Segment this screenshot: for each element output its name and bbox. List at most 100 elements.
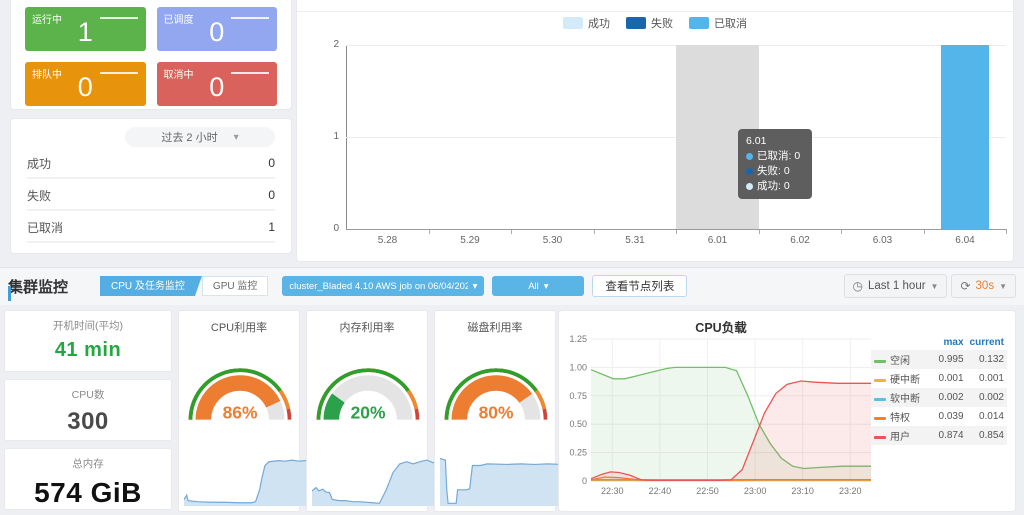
series-dot-icon — [746, 153, 753, 160]
series-color-icon — [874, 417, 886, 420]
node-stat-label: 开机时间(平均) — [5, 318, 171, 333]
legend-label: 失败 — [651, 15, 673, 31]
legend-current-value: 0.132 — [967, 350, 1007, 369]
stat-card-value: 0 — [25, 72, 146, 103]
x-tick — [759, 230, 760, 234]
tooltip-title: 6.01 — [746, 134, 804, 149]
stat-card-value: 0 — [157, 17, 278, 48]
node-stat-value: 300 — [5, 408, 171, 436]
svg-text:22:50: 22:50 — [696, 486, 719, 496]
node-stat-card: 开机时间(平均) 41 min — [4, 310, 172, 372]
section-title: 集群监控 — [8, 276, 68, 297]
monitor-tabs: CPU 及任务监控GPU 监控 — [100, 276, 268, 296]
svg-text:1.00: 1.00 — [569, 362, 587, 372]
summary-row-value: 1 — [268, 220, 275, 234]
chevron-down-icon: ▼ — [931, 282, 939, 291]
legend-item[interactable]: 失败 — [626, 15, 673, 31]
usage-sparkline — [312, 452, 447, 506]
title-accent-bar — [8, 286, 11, 301]
summary-row-value: 0 — [268, 188, 275, 202]
time-range-select-label: 过去 2 小时 — [161, 129, 217, 145]
view-node-list-button[interactable]: 查看节点列表 — [592, 275, 687, 297]
legend-row[interactable]: 空闲 0.995 0.132 — [871, 350, 1007, 369]
legend-row[interactable]: 特权 0.039 0.014 — [871, 407, 1007, 426]
scheduler-stat-card: 排队中 0 — [25, 62, 146, 106]
svg-text:0.75: 0.75 — [569, 391, 587, 401]
gauge-title: CPU利用率 — [179, 319, 299, 335]
gauge-card: 磁盘利用率 80% — [434, 310, 556, 512]
legend-item[interactable]: 成功 — [563, 15, 610, 31]
bar-6.04[interactable] — [941, 45, 989, 229]
svg-text:0: 0 — [582, 476, 587, 486]
tab-gpu-monitor[interactable]: GPU 监控 — [202, 276, 268, 296]
series-color-icon — [874, 436, 886, 439]
legend-row[interactable]: 硬中断 0.001 0.001 — [871, 369, 1007, 388]
x-tick-label: 5.28 — [346, 235, 429, 246]
node-filter-select[interactable]: All ▾ — [492, 276, 584, 296]
job-select-value: cluster_Bladed 4.10 AWS job on 06/04/202… — [289, 281, 467, 292]
tooltip-row: 已取消: 0 — [746, 149, 804, 164]
scheduler-stat-card: 取消中 0 — [157, 62, 278, 106]
svg-text:23:10: 23:10 — [791, 486, 814, 496]
legend-current-header: current — [967, 335, 1007, 350]
refresh-button[interactable]: ⟳ 30s ▼ — [951, 274, 1016, 298]
bar-chart-legend: 成功 失败 已取消 — [297, 15, 1013, 31]
scheduler-stats-panel: 运行中 1 已调度 0 排队中 0 取消中 0 — [10, 0, 292, 110]
tooltip-row-text: 已取消: 0 — [757, 149, 800, 164]
legend-series-name: 硬中断 — [871, 369, 931, 388]
refresh-interval-label: 30s — [976, 280, 995, 292]
legend-max-value: 0.002 — [931, 388, 967, 407]
x-tick — [594, 230, 595, 234]
scheduler-stat-card: 已调度 0 — [157, 7, 278, 51]
node-stat-value: 41 min — [5, 339, 171, 362]
tab-cpu-monitor[interactable]: CPU 及任务监控 — [100, 276, 202, 296]
divider — [297, 11, 1013, 12]
tooltip-row: 失败: 0 — [746, 164, 804, 179]
bar-chart-plot[interactable] — [346, 45, 1006, 229]
svg-text:0.25: 0.25 — [569, 448, 587, 458]
x-tick-label: 5.30 — [511, 235, 594, 246]
legend-swatch — [689, 17, 709, 29]
legend-item[interactable]: 已取消 — [689, 15, 747, 31]
time-range-select[interactable]: 过去 2 小时 ▾ — [125, 127, 275, 147]
scheduler-stat-card: 运行中 1 — [25, 7, 146, 51]
series-color-icon — [874, 379, 886, 382]
summary-row-value: 0 — [268, 156, 275, 170]
cpu-load-chart[interactable]: 00.250.500.751.001.2522:3022:4022:5023:0… — [565, 331, 877, 509]
summary-row-label: 已取消 — [27, 219, 63, 236]
svg-text:22:30: 22:30 — [601, 486, 624, 496]
x-tick-label: 6.01 — [676, 235, 759, 246]
job-select[interactable]: cluster_Bladed 4.10 AWS job on 06/04/202… — [282, 276, 484, 296]
summary-rows: 成功 0 失败 0 已取消 1 — [27, 149, 275, 243]
summary-row-label: 成功 — [27, 155, 51, 172]
legend-series-name: 特权 — [871, 407, 931, 426]
legend-label: 成功 — [588, 15, 610, 31]
node-stat-value: 574 GiB — [5, 477, 171, 509]
y-tick-label: 2 — [327, 39, 339, 50]
usage-sparkline — [184, 452, 319, 506]
series-color-icon — [874, 398, 886, 401]
gauge: 20% — [313, 363, 423, 425]
legend-max-value: 0.001 — [931, 369, 967, 388]
node-filter-value: All — [528, 281, 539, 292]
chevron-down-icon: ▼ — [999, 282, 1007, 291]
svg-text:1.25: 1.25 — [569, 334, 587, 344]
scheduler-summary-panel: 过去 2 小时 ▾ 成功 0 失败 0 已取消 1 — [10, 118, 292, 254]
summary-row-label: 失败 — [27, 187, 51, 204]
gauge-title: 内存利用率 — [307, 319, 427, 335]
x-tick-label: 5.31 — [594, 235, 677, 246]
chevron-down-icon: ▾ — [473, 281, 478, 292]
legend-row[interactable]: 软中断 0.002 0.002 — [871, 388, 1007, 407]
tooltip-row: 成功: 0 — [746, 179, 804, 194]
legend-row[interactable]: 用户 0.874 0.854 — [871, 426, 1007, 445]
time-range-button[interactable]: ◷ Last 1 hour ▼ — [844, 274, 948, 298]
x-tick-label: 6.02 — [759, 235, 842, 246]
legend-swatch — [563, 17, 583, 29]
series-color-icon — [874, 360, 886, 363]
gauge-card: CPU利用率 86% — [178, 310, 300, 512]
legend-current-value: 0.014 — [967, 407, 1007, 426]
job-history-chart-panel: 成功 失败 已取消 0125.285.295.305.316.016.026.0… — [296, 0, 1014, 262]
node-stat-card: CPU数 300 — [4, 379, 172, 441]
legend-max-value: 0.995 — [931, 350, 967, 369]
svg-text:22:40: 22:40 — [649, 486, 672, 496]
